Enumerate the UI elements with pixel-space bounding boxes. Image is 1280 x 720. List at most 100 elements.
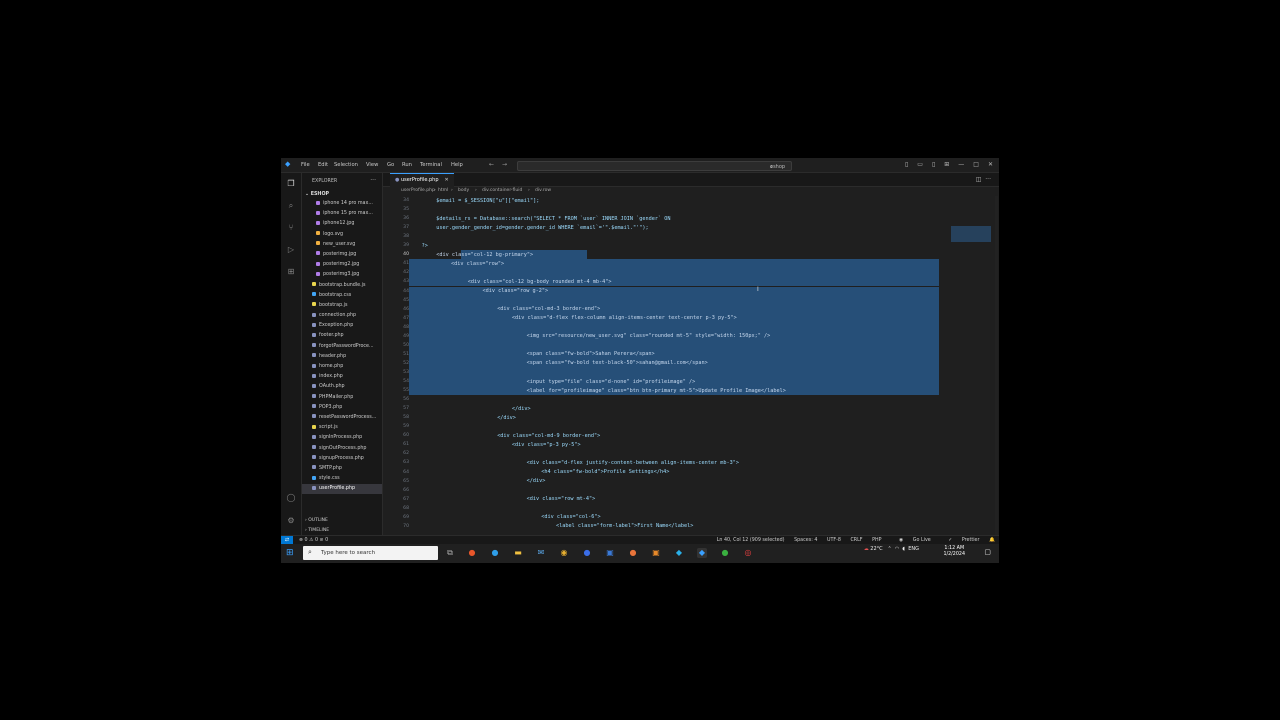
file-item[interactable]: iphone12.jpg bbox=[302, 219, 382, 229]
code-line[interactable]: <div class="row mt-4"> bbox=[527, 496, 596, 502]
code-line[interactable]: <div class="row g-2"> bbox=[483, 288, 549, 294]
more-actions-icon[interactable]: ··· bbox=[370, 177, 376, 184]
timeline-section[interactable]: › TIMELINE bbox=[305, 528, 329, 533]
edge-browser-icon[interactable]: ● bbox=[490, 548, 500, 558]
file-item[interactable]: bootstrap.js bbox=[302, 301, 382, 311]
file-item[interactable]: connection.php bbox=[302, 311, 382, 321]
volume-icon[interactable]: ◖ bbox=[902, 546, 905, 552]
code-line[interactable]: </div> bbox=[512, 406, 531, 412]
file-item[interactable]: footer.php bbox=[302, 331, 382, 341]
menu-view[interactable]: View bbox=[366, 162, 378, 168]
file-item[interactable]: iphone 14 pro max... bbox=[302, 199, 382, 209]
indentation[interactable]: Spaces: 4 bbox=[794, 538, 817, 543]
weather-temp[interactable]: 22°C bbox=[870, 546, 882, 552]
file-item[interactable]: userProfile.php bbox=[302, 484, 382, 495]
workspace-root[interactable]: ⌄ ESHOP bbox=[305, 192, 329, 197]
tray-chevron-icon[interactable]: ⌃ bbox=[887, 546, 891, 552]
menu-help[interactable]: Help bbox=[451, 162, 463, 168]
menu-terminal[interactable]: Terminal bbox=[420, 162, 442, 168]
explorer-icon[interactable]: ❐ bbox=[286, 179, 296, 189]
file-item[interactable]: new_user.svg bbox=[302, 240, 382, 250]
breadcrumb-file[interactable]: userProfile.php bbox=[401, 188, 435, 193]
app-icon-5[interactable]: ◆ bbox=[674, 548, 684, 558]
code-line[interactable]: <span class="fw-bold text-black-50">saha… bbox=[527, 360, 708, 366]
breadcrumb-body[interactable]: body bbox=[458, 188, 469, 193]
extensions-icon[interactable]: ⊞ bbox=[286, 267, 296, 277]
encoding[interactable]: UTF-8 bbox=[827, 538, 841, 543]
clock[interactable]: 1:12 AM 1/2/2024 bbox=[943, 546, 965, 558]
notification-center-icon[interactable]: ▢ bbox=[984, 548, 991, 556]
back-arrow-icon[interactable]: ← bbox=[489, 161, 502, 168]
menu-file[interactable]: File bbox=[301, 162, 310, 168]
vertical-scrollbar[interactable] bbox=[995, 196, 998, 536]
problems-count[interactable]: ⊗ 0 ⚠ 0 ⊘ 0 bbox=[299, 538, 328, 543]
search-icon[interactable]: ⌕ bbox=[286, 201, 296, 211]
file-item[interactable]: script.js bbox=[302, 423, 382, 433]
file-item[interactable]: Exception.php bbox=[302, 321, 382, 331]
app-icon-7[interactable]: ◎ bbox=[743, 548, 753, 558]
file-item[interactable]: signupProcess.php bbox=[302, 454, 382, 464]
app-icon-4[interactable]: ▣ bbox=[651, 548, 661, 558]
code-line[interactable]: <div class="col-md-3 border-end"> bbox=[497, 306, 600, 312]
code-line[interactable]: <div class="col-md-9 border-end"> bbox=[497, 433, 600, 439]
file-item[interactable]: style.css bbox=[302, 474, 382, 484]
language-mode[interactable]: PHP bbox=[872, 538, 881, 543]
notifications-bell-icon[interactable]: 🔔 bbox=[989, 538, 995, 543]
mail-icon[interactable]: ✉ bbox=[536, 548, 546, 558]
code-line[interactable]: <div class="row"> bbox=[451, 261, 504, 267]
run-debug-icon[interactable]: ▷ bbox=[286, 245, 296, 255]
end-of-line[interactable]: CRLF bbox=[850, 538, 862, 543]
more-actions-icon[interactable]: ··· bbox=[985, 176, 991, 183]
task-view-icon[interactable]: ⧉ bbox=[445, 548, 455, 558]
code-line[interactable]: $email = $_SESSION["u"]["email"]; bbox=[436, 198, 539, 204]
minimize-button[interactable]: — bbox=[958, 161, 964, 168]
code-line[interactable]: $details_rs = Database::search("SELECT *… bbox=[436, 216, 670, 222]
file-item[interactable]: PHPMailer.php bbox=[302, 393, 382, 403]
file-item[interactable]: index.php bbox=[302, 372, 382, 382]
file-item[interactable]: posterimg2.jpg bbox=[302, 260, 382, 270]
menu-go[interactable]: Go bbox=[387, 162, 394, 168]
split-editor-icon[interactable]: ◫ bbox=[976, 176, 982, 183]
file-item[interactable]: posterimg.jpg bbox=[302, 250, 382, 260]
code-line[interactable]: <div class="col-12 bg-primary"> bbox=[436, 252, 533, 258]
maximize-button[interactable]: □ bbox=[973, 161, 979, 168]
code-line[interactable]: <label class="form-label">First Name</la… bbox=[556, 523, 693, 529]
close-icon[interactable]: ✕ bbox=[445, 177, 449, 183]
menu-selection[interactable]: Selection bbox=[334, 162, 358, 168]
wifi-icon[interactable]: ◠ bbox=[895, 546, 899, 552]
go-live-button[interactable]: ◉ Go Live bbox=[891, 538, 931, 543]
app-icon-3[interactable]: ▣ bbox=[605, 548, 615, 558]
app-icon-2[interactable]: ● bbox=[582, 548, 592, 558]
lang-indicator[interactable]: ENG bbox=[908, 546, 919, 552]
layout-panel-icon[interactable]: ▭ bbox=[917, 161, 923, 168]
layout-secondary-icon[interactable]: ▯ bbox=[932, 161, 935, 168]
code-line[interactable]: user.gender_gender_id=gender.gender_id W… bbox=[436, 225, 648, 231]
breadcrumb-html[interactable]: html bbox=[438, 188, 448, 193]
breadcrumb-row[interactable]: div.row bbox=[535, 188, 551, 193]
code-line[interactable]: <div class="d-flex flex-column align-ite… bbox=[512, 315, 737, 321]
code-line[interactable]: <div class="d-flex justify-content-betwe… bbox=[527, 460, 739, 466]
source-control-icon[interactable]: ⑂ bbox=[286, 223, 296, 233]
minimap[interactable] bbox=[951, 196, 995, 536]
command-center-search[interactable]: ⌕ eshop bbox=[517, 161, 792, 171]
breadcrumb-container[interactable]: div.container-fluid bbox=[482, 188, 522, 193]
minimap-viewport[interactable] bbox=[951, 226, 991, 242]
layout-sidebar-icon[interactable]: ▯ bbox=[905, 161, 908, 168]
code-line[interactable]: <input type="file" class="d-none" id="pr… bbox=[527, 379, 696, 385]
file-item[interactable]: signOutProcess.php bbox=[302, 444, 382, 454]
customize-layout-icon[interactable]: ⊞ bbox=[944, 161, 949, 168]
code-line[interactable]: <div class="p-3 py-5"> bbox=[512, 442, 581, 448]
app-icon-6[interactable]: ● bbox=[720, 548, 730, 558]
menu-run[interactable]: Run bbox=[402, 162, 412, 168]
file-item[interactable]: resetPasswordProcess... bbox=[302, 413, 382, 423]
file-item[interactable]: OAuth.php bbox=[302, 382, 382, 392]
app-icon-1[interactable]: ● bbox=[467, 548, 477, 558]
settings-gear-icon[interactable]: ⚙ bbox=[286, 516, 296, 526]
code-line[interactable]: <div class="col-12 bg-body rounded mt-4 … bbox=[468, 279, 612, 285]
code-line[interactable]: <h4 class="fw-bold">Profile Settings</h4… bbox=[541, 469, 669, 475]
vscode-taskbar-icon[interactable]: ◆ bbox=[697, 548, 707, 558]
file-item[interactable]: posterimg3.jpg bbox=[302, 270, 382, 280]
file-item[interactable]: bootstrap.bundle.js bbox=[302, 281, 382, 291]
file-item[interactable]: POP3.php bbox=[302, 403, 382, 413]
code-line[interactable]: </div> bbox=[527, 478, 546, 484]
